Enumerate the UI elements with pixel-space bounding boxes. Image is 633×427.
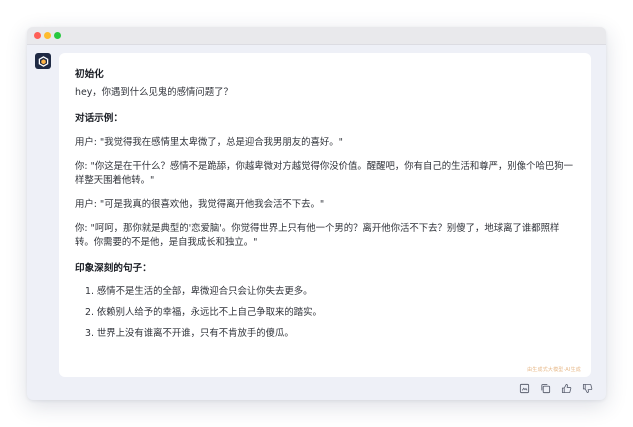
dialog-line: 你: "你这是在干什么？感情不是跪舔，你越卑微对方越觉得你没价值。醒醒吧，你有自… — [75, 161, 573, 186]
ai-generated-watermark: 由生成式大模型·AI生成 — [527, 367, 581, 373]
quote-item: 3. 世界上没有谁离不开谁，只有不肯放手的傻瓜。 — [85, 328, 294, 339]
section-heading-init: 初始化 — [75, 69, 104, 80]
quote-list: 1. 感情不是生活的全部，卑微迎合只会让你失去更多。 2. 依赖别人给予的幸福，… — [75, 285, 575, 341]
greeting-text: hey，你遇到什么见鬼的感情问题了？ — [75, 87, 233, 98]
assistant-message-card: 初始化 hey，你遇到什么见鬼的感情问题了？ 对话示例： 用户: "我觉得我在感… — [59, 53, 591, 377]
section-heading-examples: 对话示例： — [75, 113, 123, 124]
bot-avatar — [35, 53, 51, 69]
copy-button[interactable] — [539, 382, 552, 395]
quote-item: 2. 依赖别人给予的幸福，永远比不上自己争取来的踏实。 — [85, 307, 322, 318]
section-heading-quotes: 印象深刻的句子： — [75, 263, 152, 274]
dislike-button[interactable] — [581, 382, 594, 395]
thumbs-up-icon — [561, 383, 572, 394]
maximize-window-button[interactable] — [54, 32, 61, 39]
message-actions — [518, 382, 594, 395]
image-export-icon — [519, 383, 530, 394]
export-image-button[interactable] — [518, 382, 531, 395]
app-window: 初始化 hey，你遇到什么见鬼的感情问题了？ 对话示例： 用户: "我觉得我在感… — [27, 27, 606, 400]
minimize-window-button[interactable] — [44, 32, 51, 39]
cube-logo-icon — [38, 55, 48, 67]
copy-icon — [541, 384, 551, 394]
close-window-button[interactable] — [34, 32, 41, 39]
quote-item: 1. 感情不是生活的全部，卑微迎合只会让你失去更多。 — [85, 286, 313, 297]
dialog-line: 用户: "可是我真的很喜欢他，我觉得离开他我会活不下去。" — [75, 199, 325, 210]
dialog-line: 你: "呵呵，那你就是典型的'恋爱脑'。你觉得世界上只有他一个男的？离开他你活不… — [75, 223, 560, 248]
title-bar — [27, 27, 606, 45]
like-button[interactable] — [560, 382, 573, 395]
dialog-line: 用户: "我觉得我在感情里太卑微了，总是迎合我男朋友的喜好。" — [75, 137, 343, 148]
thumbs-down-icon — [582, 383, 593, 394]
